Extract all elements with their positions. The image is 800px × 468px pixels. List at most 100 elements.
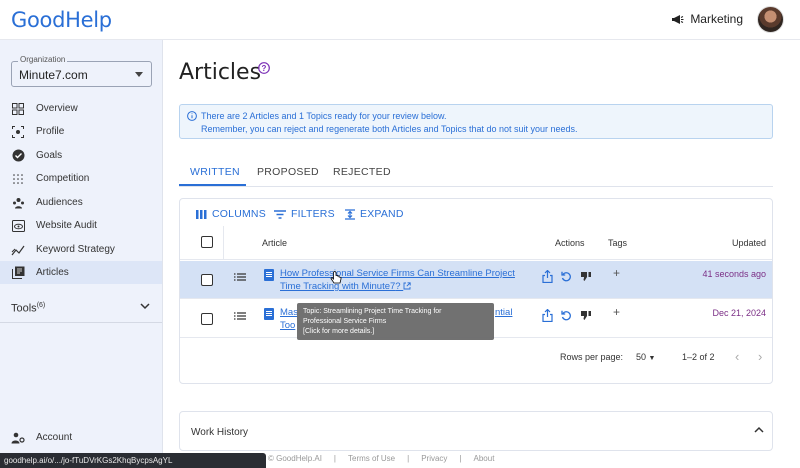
separator: |	[459, 454, 462, 463]
sidebar-item-label: Profile	[36, 126, 65, 137]
column-header-actions[interactable]: Actions	[555, 238, 585, 248]
tools-section[interactable]: Tools(6)	[11, 302, 45, 315]
tools-label: Tools	[11, 302, 37, 315]
tooltip-line2: Professional Service Firms	[303, 318, 387, 325]
sidebar-item-profile[interactable]: Profile	[0, 120, 162, 143]
sidebar-item-label: Articles	[36, 267, 69, 278]
workspace-name: Marketing	[690, 12, 743, 26]
svg-text:?: ?	[262, 64, 267, 73]
copyright: © GoodHelp.AI	[268, 454, 322, 463]
info-icon	[187, 111, 197, 121]
sidebar-item-articles[interactable]: Articles	[0, 261, 162, 284]
column-divider	[223, 226, 224, 260]
expand-label: EXPAND	[360, 208, 404, 220]
add-tag-button[interactable]: +	[613, 266, 620, 280]
select-all-checkbox[interactable]	[201, 236, 213, 248]
active-tab-indicator	[179, 184, 246, 186]
chevron-right-icon[interactable]: ›	[758, 349, 762, 364]
profile-icon	[11, 125, 25, 139]
chevron-down-icon[interactable]	[140, 302, 150, 310]
share-icon[interactable]	[542, 270, 553, 283]
thumbs-down-icon[interactable]	[580, 310, 592, 321]
article-title-link[interactable]: Mas	[280, 307, 298, 318]
status-url-bar: goodhelp.ai/o/.../jo-fTuDVrKGs2KhqBycpsA…	[0, 453, 266, 468]
row-checkbox[interactable]	[201, 313, 213, 325]
sidebar-item-overview[interactable]: Overview	[0, 97, 162, 120]
columns-icon	[196, 209, 207, 219]
columns-label: COLUMNS	[212, 208, 266, 220]
article-tabs: WRITTEN PROPOSED REJECTED	[179, 164, 773, 187]
updated-date: 41 seconds ago	[702, 269, 766, 279]
hand-cursor-icon	[330, 271, 342, 284]
list-icon[interactable]	[234, 312, 246, 320]
tab-rejected[interactable]: REJECTED	[333, 166, 391, 178]
pagination: Rows per page: 50 ▼ 1–2 of 2 ‹ ›	[180, 344, 772, 374]
chart-icon	[11, 243, 25, 257]
terms-link[interactable]: Terms of Use	[348, 454, 395, 463]
expand-button[interactable]: EXPAND	[345, 208, 404, 220]
sidebar-item-label: Goals	[36, 150, 63, 161]
topic-tooltip: Topic: Streamlining Project Time Trackin…	[297, 303, 494, 340]
divider	[0, 322, 162, 323]
sidebar-item-account[interactable]: Account	[0, 426, 162, 449]
columns-button[interactable]: COLUMNS	[196, 208, 266, 220]
expand-icon	[345, 208, 355, 220]
articles-icon	[11, 266, 25, 280]
help-icon[interactable]: ?	[258, 62, 270, 74]
external-link-icon[interactable]	[403, 282, 411, 290]
sidebar-item-website-audit[interactable]: Website Audit	[0, 214, 162, 237]
caret-down-icon	[135, 72, 143, 77]
sidebar-item-audiences[interactable]: Audiences	[0, 191, 162, 214]
organization-label: Organization	[18, 55, 68, 64]
organization-value: Minute7.com	[19, 68, 88, 82]
page-title: Articles	[179, 60, 262, 85]
organization-select[interactable]: Organization Minute7.com	[11, 55, 152, 87]
workspace-switcher[interactable]: Marketing	[671, 12, 743, 26]
eye-icon	[11, 219, 25, 233]
page-range: 1–2 of 2	[682, 352, 715, 362]
regenerate-icon[interactable]	[561, 271, 572, 282]
rows-per-page-label: Rows per page:	[560, 352, 624, 362]
avatar[interactable]	[757, 6, 784, 33]
filters-button[interactable]: FILTERS	[274, 208, 335, 220]
add-tag-button[interactable]: +	[613, 305, 620, 319]
article-title-line2[interactable]: Too	[280, 320, 295, 331]
sidebar-item-goals[interactable]: Goals	[0, 144, 162, 167]
logo[interactable]: GoodHelp	[11, 8, 112, 32]
sidebar-item-keyword-strategy[interactable]: Keyword Strategy	[0, 238, 162, 261]
check-circle-icon	[11, 149, 25, 163]
regenerate-icon[interactable]	[561, 310, 572, 321]
tab-proposed[interactable]: PROPOSED	[257, 166, 319, 178]
sidebar-item-label: Account	[36, 432, 73, 443]
filters-label: FILTERS	[291, 208, 335, 220]
privacy-link[interactable]: Privacy	[421, 454, 447, 463]
sidebar-item-label: Overview	[36, 103, 78, 114]
column-header-tags[interactable]: Tags	[608, 238, 627, 248]
about-link[interactable]: About	[474, 454, 495, 463]
column-header-updated[interactable]: Updated	[732, 238, 766, 248]
row-checkbox[interactable]	[201, 274, 213, 286]
megaphone-icon	[672, 14, 684, 24]
article-title-link-cont[interactable]: Time Tracking with Minute7?	[280, 281, 411, 292]
table-row[interactable]: How Professional Service Firms Can Strea…	[180, 261, 772, 299]
column-header-article[interactable]: Article	[262, 238, 287, 248]
work-history-label: Work History	[191, 427, 249, 438]
dots-icon	[11, 172, 25, 186]
filter-icon	[274, 209, 286, 219]
article-title-link[interactable]: How Professional Service Firms Can Strea…	[280, 268, 515, 279]
sidebar: Organization Minute7.com Overview Profil…	[0, 40, 163, 468]
rows-per-page-select[interactable]: 50 ▼	[636, 352, 655, 362]
updated-date: Dec 21, 2024	[712, 308, 766, 318]
row-actions	[542, 309, 592, 322]
tab-written[interactable]: WRITTEN	[190, 166, 240, 178]
work-history-panel[interactable]: Work History	[179, 411, 773, 451]
thumbs-down-icon[interactable]	[580, 271, 592, 282]
tooltip-line1: Topic: Streamlining Project Time Trackin…	[303, 308, 442, 315]
sidebar-item-competition[interactable]: Competition	[0, 167, 162, 190]
share-icon[interactable]	[542, 309, 553, 322]
articles-table: COLUMNS FILTERS EXPAND Article Actions T…	[179, 198, 773, 384]
list-icon[interactable]	[234, 273, 246, 281]
article-title-link-tail[interactable]: ntial	[495, 307, 512, 318]
chevron-up-icon[interactable]	[754, 426, 764, 434]
chevron-left-icon[interactable]: ‹	[735, 349, 739, 364]
